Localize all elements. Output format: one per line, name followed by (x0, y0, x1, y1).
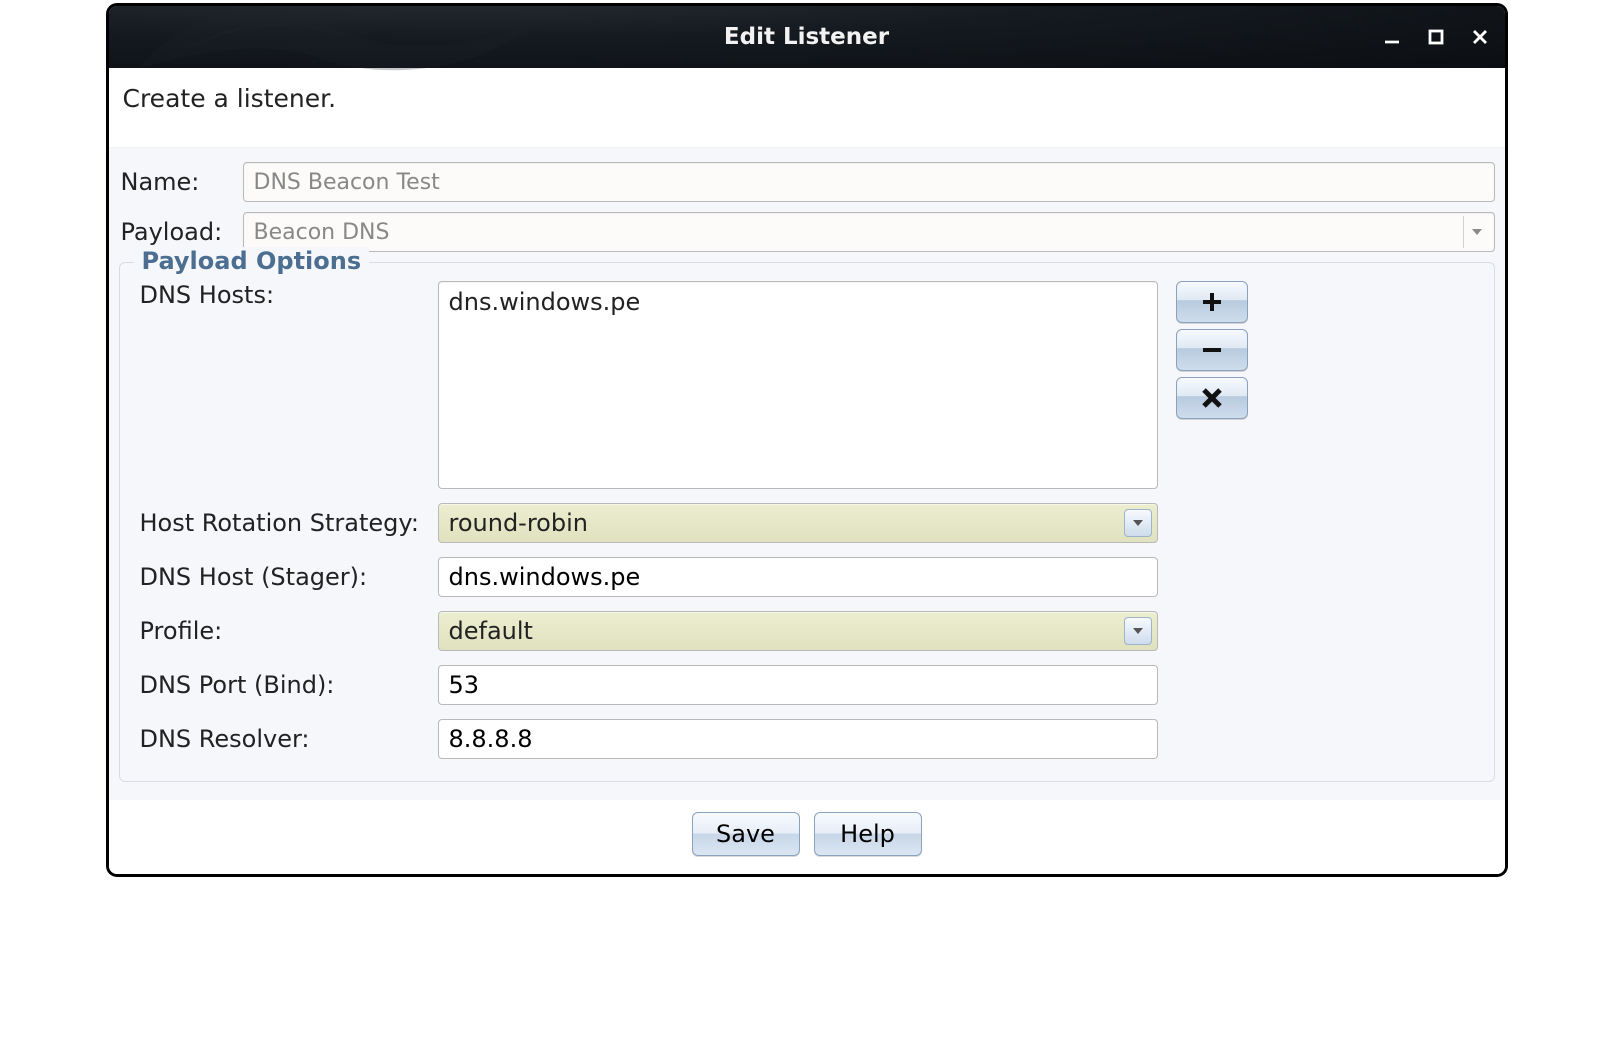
port-row: DNS Port (Bind): (140, 665, 1474, 705)
name-row: Name: (119, 162, 1495, 202)
rotation-row: Host Rotation Strategy: round-robin (140, 503, 1474, 543)
dns-hosts-buttons (1176, 281, 1248, 419)
rotation-select[interactable]: round-robin (438, 503, 1158, 543)
stager-input[interactable] (438, 557, 1158, 597)
edit-listener-window: Edit Listener Create a listener. Name: P… (107, 4, 1507, 876)
resolver-label: DNS Resolver: (140, 725, 438, 753)
resolver-input[interactable] (438, 719, 1158, 759)
stager-label: DNS Host (Stager): (140, 563, 438, 591)
profile-row: Profile: default (140, 611, 1474, 651)
save-button[interactable]: Save (692, 812, 800, 856)
payload-row: Payload: (119, 212, 1495, 252)
payload-select[interactable] (243, 212, 1495, 252)
dns-hosts-label: DNS Hosts: (140, 281, 438, 309)
resolver-row: DNS Resolver: (140, 719, 1474, 759)
remove-host-button[interactable] (1176, 329, 1248, 371)
dns-host-entry[interactable]: dns.windows.pe (449, 288, 1147, 316)
clear-hosts-button[interactable] (1176, 377, 1248, 419)
profile-label: Profile: (140, 617, 438, 645)
add-host-button[interactable] (1176, 281, 1248, 323)
profile-select[interactable]: default (438, 611, 1158, 651)
titlebar: Edit Listener (109, 6, 1505, 68)
dns-hosts-list[interactable]: dns.windows.pe (438, 281, 1158, 489)
help-button[interactable]: Help (814, 812, 922, 856)
window-title: Edit Listener (125, 24, 1489, 50)
payload-options-group: Payload Options DNS Hosts: dns.windows.p… (119, 262, 1495, 782)
form-area: Name: Payload: Payload Options DNS Hosts… (109, 148, 1505, 800)
maximize-button[interactable] (1425, 26, 1447, 48)
payload-options-legend: Payload Options (134, 247, 370, 275)
name-label: Name: (119, 168, 243, 196)
name-input[interactable] (243, 162, 1495, 202)
dns-hosts-row: DNS Hosts: dns.windows.pe (140, 281, 1474, 489)
profile-value: default (438, 611, 1158, 651)
payload-label: Payload: (119, 218, 243, 246)
footer-buttons: Save Help (109, 800, 1505, 874)
close-button[interactable] (1469, 26, 1491, 48)
rotation-value: round-robin (438, 503, 1158, 543)
port-input[interactable] (438, 665, 1158, 705)
port-label: DNS Port (Bind): (140, 671, 438, 699)
window-controls (1381, 6, 1491, 68)
payload-value (243, 212, 1495, 252)
rotation-label: Host Rotation Strategy: (140, 509, 438, 537)
instruction-text: Create a listener. (109, 68, 1505, 148)
stager-row: DNS Host (Stager): (140, 557, 1474, 597)
minimize-button[interactable] (1381, 26, 1403, 48)
